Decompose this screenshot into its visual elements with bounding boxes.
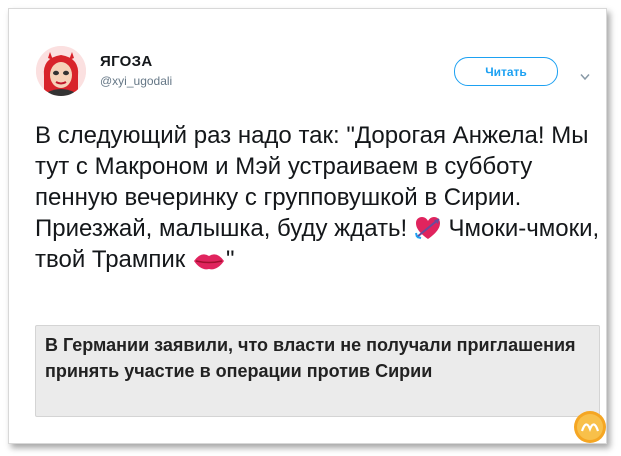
tweet-text: В следующий раз надо так: "Дорогая Анжел… xyxy=(35,120,600,275)
user-handle[interactable]: @xyi_ugodali xyxy=(100,74,172,88)
tweet-screenshot: ЯГОЗА @xyi_ugodali Читать В следующий ра… xyxy=(8,8,607,444)
link-card-title[interactable]: В Германии заявили, что власти не получа… xyxy=(45,332,595,384)
follow-button[interactable]: Читать xyxy=(454,57,558,86)
watermark-logo xyxy=(574,411,606,443)
tweet-text-part-3: " xyxy=(225,246,235,273)
kiss-lips-icon xyxy=(193,254,224,270)
heart-arrow-icon xyxy=(414,217,440,239)
avatar[interactable] xyxy=(36,46,86,96)
chevron-down-icon[interactable] xyxy=(580,73,590,81)
display-name[interactable]: ЯГОЗА xyxy=(100,53,152,70)
link-card[interactable]: В Германии заявили, что власти не получа… xyxy=(35,325,600,417)
avatar-image xyxy=(36,46,86,96)
